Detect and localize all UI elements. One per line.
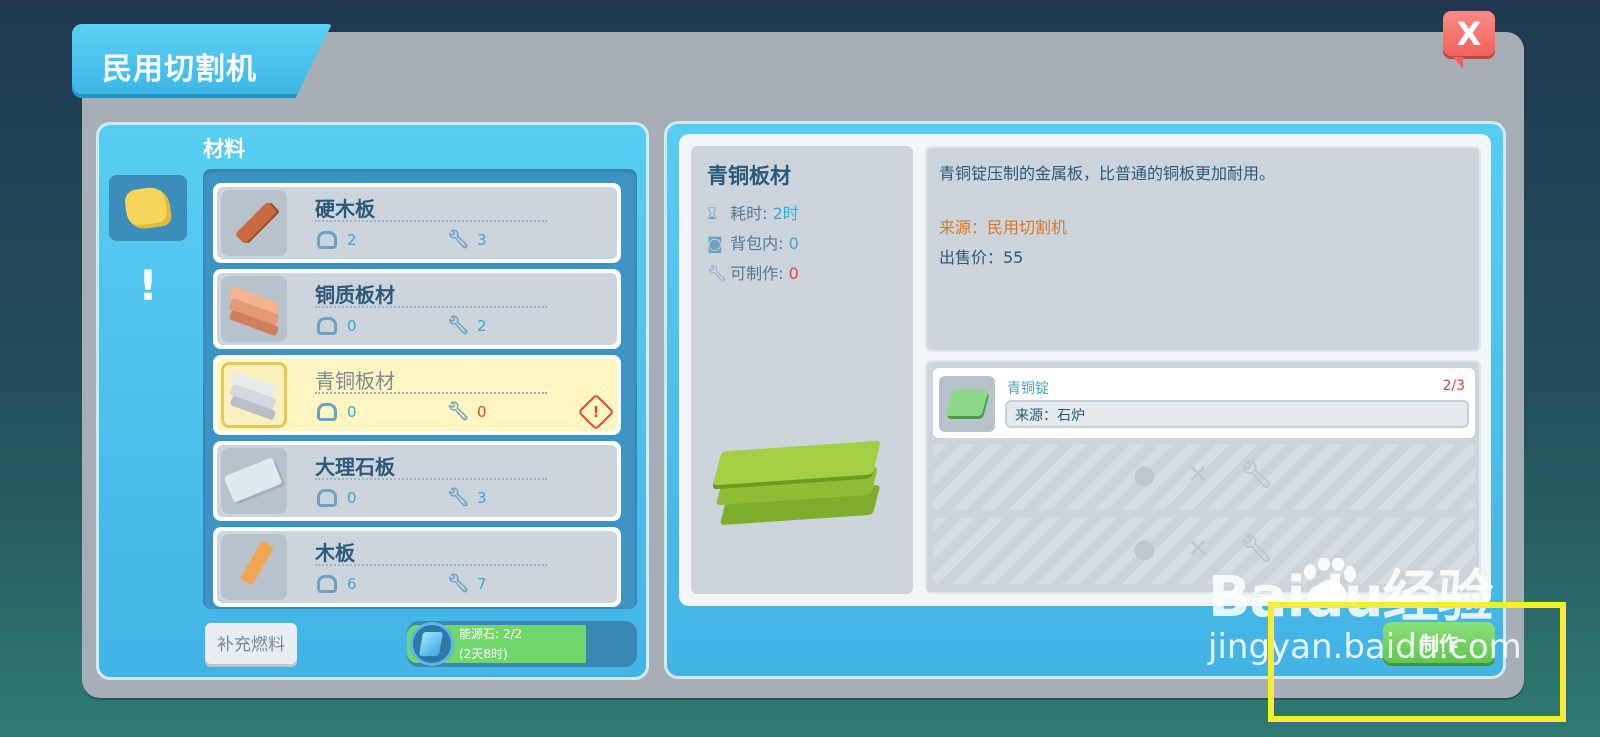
item-name: 大理石板 [315,455,395,479]
bag-count: 6 [347,575,357,593]
backpack-icon [317,231,337,249]
backpack-icon: ◙ [707,234,723,253]
hardwood-plank-icon [221,190,287,256]
requirement-name: 青铜锭 [1007,381,1049,397]
item-description: 青铜锭压制的金属板，比普通的铜板更加耐用。 [939,164,1276,183]
item-source: 来源：民用切割机 [939,218,1068,237]
craftable-count: 0 [477,403,487,421]
bag-count: 0 [347,317,357,335]
highlight-annotation [1268,602,1566,722]
wrench-icon: 🔧︎ [447,487,470,508]
wrench-icon: 🔧︎ [1239,460,1273,490]
section-label: 材料 [203,137,245,161]
item-price: 出售价：55 [939,248,1024,267]
marble-slab-icon [221,448,287,514]
material-icon [123,185,173,231]
wrench-icon: 🔧︎ [447,401,470,422]
craftable-count: 3 [477,231,487,249]
bag-count: 0 [347,403,357,421]
energy-stone-icon [410,622,454,666]
item-name: 硬木板 [315,197,375,221]
category-tab-materials[interactable] [109,175,187,241]
copper-plank-icon [221,276,287,342]
wrench-icon: 🔧︎ [447,573,470,594]
materials-panel: 材料 ! 硬木板 2 🔧︎ 3 铜质板材 0 🔧︎ 2 青铜板材 0 🔧︎ 0 … [96,122,649,680]
item-name: 木板 [315,541,355,565]
craftable-row: 🔧︎ 可制作: 0 [707,264,799,283]
energy-time: (2天8时) [459,647,508,661]
detail-content: 青铜板材 ⌛︎ 耗时: 2时 ◙ 背包内: 0 🔧︎ 可制作: 0 青铜锭压制的… [679,134,1491,606]
list-item-marble-slab[interactable]: 大理石板 0 🔧︎ 3 [213,441,621,521]
backpack-icon [317,317,337,335]
bag-count: 2 [347,231,357,249]
requirement-source: 来源：石炉 [1005,400,1469,428]
requirement-count: 2/3 [1442,378,1465,394]
bag-row: ◙ 背包内: 0 [707,234,799,253]
item-list[interactable]: 硬木板 2 🔧︎ 3 铜质板材 0 🔧︎ 2 青铜板材 0 🔧︎ 0 ! 大理石… [203,169,637,609]
wrench-icon: 🔧︎ [447,229,470,250]
apple-icon: ● [1133,460,1156,490]
cross-icon: ✕ [1186,460,1209,490]
bronze-plank-icon [221,362,287,428]
empty-requirement-slot: ● ✕ 🔧︎ [933,444,1475,510]
detail-title: 青铜板材 [707,164,791,188]
item-name: 铜质板材 [315,283,395,307]
wrench-icon: 🔧︎ [447,315,470,336]
warning-icon: ! [577,393,615,431]
window-title: 民用切割机 [72,24,332,98]
backpack-icon [317,575,337,593]
backpack-icon [317,403,337,421]
bronze-ingot-icon [939,376,995,432]
requirement-item[interactable]: 青铜锭 2/3 来源：石炉 [933,368,1475,438]
exclamation-icon[interactable]: ! [133,261,163,311]
craftable-count: 3 [477,489,487,507]
list-item-wood-plank[interactable]: 木板 6 🔧︎ 7 [213,527,621,607]
item-detail-card: 青铜板材 ⌛︎ 耗时: 2时 ◙ 背包内: 0 🔧︎ 可制作: 0 [691,146,913,594]
cross-icon: ✕ [1186,534,1209,564]
list-item-bronze-plank[interactable]: 青铜板材 0 🔧︎ 0 ! [213,355,621,435]
wrench-icon: 🔧︎ [707,264,728,283]
close-button[interactable]: X [1443,11,1495,69]
bag-count: 0 [347,489,357,507]
backpack-icon [317,489,337,507]
refuel-button[interactable]: 补充燃料 [205,623,297,667]
item-name: 青铜板材 [315,369,395,393]
description-box: 青铜锭压制的金属板，比普通的铜板更加耐用。 来源：民用切割机 出售价：55 [925,146,1481,352]
craftable-count: 7 [477,575,487,593]
list-item-copper-plank[interactable]: 铜质板材 0 🔧︎ 2 [213,269,621,349]
wood-plank-icon [221,534,287,600]
energy-bar: 能源石: 2/2 (2天8时) [407,621,637,667]
time-row: ⌛︎ 耗时: 2时 [707,204,799,223]
hourglass-icon: ⌛︎ [707,204,718,223]
craftable-count: 2 [477,317,487,335]
energy-label: 能源石: 2/2 [459,627,523,641]
apple-icon: ● [1133,534,1156,564]
list-item-hardwood[interactable]: 硬木板 2 🔧︎ 3 [213,183,621,263]
